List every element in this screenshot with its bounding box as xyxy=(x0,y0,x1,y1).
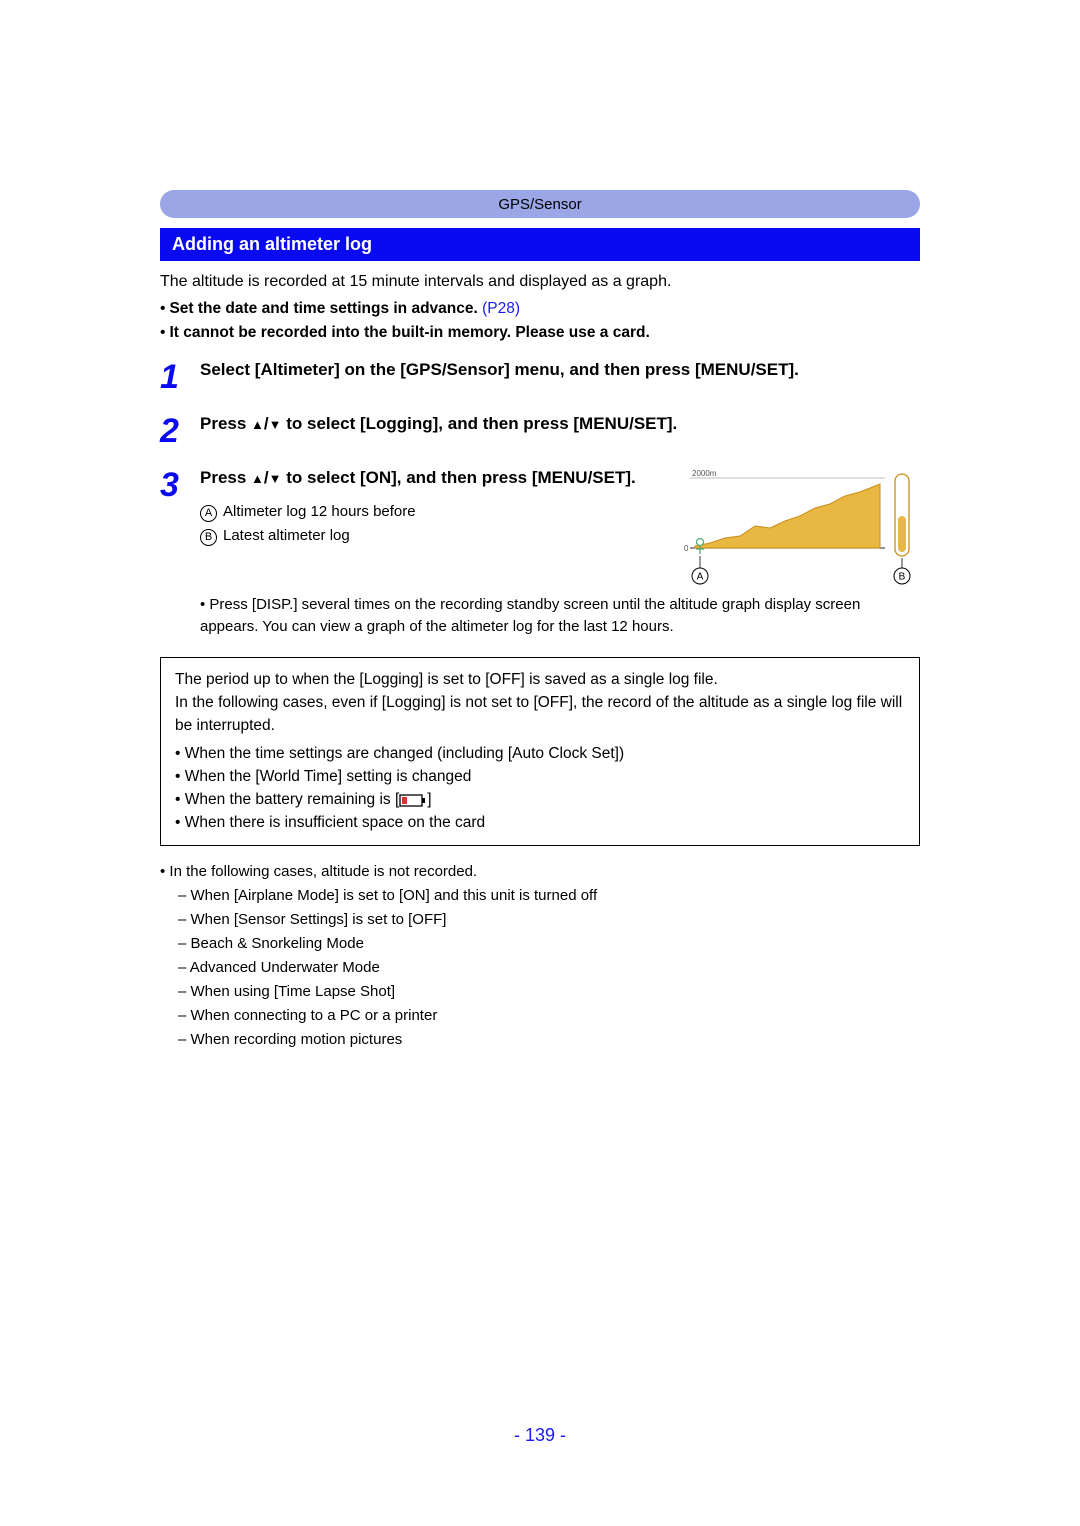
bottom-item: – When recording motion pictures xyxy=(160,1028,920,1052)
step-number: 1 xyxy=(160,360,200,394)
prereq-line-1: Set the date and time settings in advanc… xyxy=(160,297,920,320)
altimeter-graph-svg: 2000m 0 xyxy=(670,466,920,586)
breadcrumb: GPS/Sensor xyxy=(160,190,920,218)
bottom-item: – Beach & Snorkeling Mode xyxy=(160,932,920,956)
down-arrow-icon xyxy=(269,468,282,487)
up-arrow-icon xyxy=(251,414,264,433)
bottom-item: – When [Sensor Settings] is set to [OFF] xyxy=(160,908,920,932)
step-number: 3 xyxy=(160,468,200,502)
legend-a: AAltimeter log 12 hours before xyxy=(200,500,652,524)
battery-icon xyxy=(399,794,427,807)
intro-text: The altitude is recorded at 15 minute in… xyxy=(160,271,920,293)
note-bullet: • When there is insufficient space on th… xyxy=(175,811,905,834)
bottom-item: – Advanced Underwater Mode xyxy=(160,956,920,980)
note-p1: The period up to when the [Logging] is s… xyxy=(175,668,905,691)
note-bullet: • When the time settings are changed (in… xyxy=(175,742,905,765)
step-2-title: Press / to select [Logging], and then pr… xyxy=(200,412,920,436)
page-number: - 139 - xyxy=(0,1425,1080,1446)
steps-list: 1 Select [Altimeter] on the [GPS/Sensor]… xyxy=(160,358,920,639)
legend-list: AAltimeter log 12 hours before BLatest a… xyxy=(200,500,652,548)
bottom-lead: • In the following cases, altitude is no… xyxy=(160,860,920,884)
step-1-title: Select [Altimeter] on the [GPS/Sensor] m… xyxy=(200,358,920,382)
section-title: Adding an altimeter log xyxy=(160,228,920,261)
bottom-item: – When [Airplane Mode] is set to [ON] an… xyxy=(160,884,920,908)
step-1: 1 Select [Altimeter] on the [GPS/Sensor]… xyxy=(160,358,920,394)
graph-marker-b: B xyxy=(899,571,906,582)
page-link[interactable]: (P28) xyxy=(482,300,520,317)
marker-b-icon: B xyxy=(200,529,217,546)
svg-text:0: 0 xyxy=(684,544,689,553)
altimeter-graph: 2000m 0 xyxy=(670,466,920,586)
prereq-line-2: It cannot be recorded into the built-in … xyxy=(160,321,920,344)
note-bullet: • When the [World Time] setting is chang… xyxy=(175,765,905,788)
prereq-text-2: It cannot be recorded into the built-in … xyxy=(169,324,649,341)
note-bullet: • When the battery remaining is [] xyxy=(175,788,905,811)
down-arrow-icon xyxy=(269,414,282,433)
up-arrow-icon xyxy=(251,468,264,487)
graph-ylabel: 2000m xyxy=(692,469,717,478)
legend-b: BLatest altimeter log xyxy=(200,524,652,548)
bottom-notes: • In the following cases, altitude is no… xyxy=(160,860,920,1052)
manual-page: GPS/Sensor Adding an altimeter log The a… xyxy=(0,0,1080,1526)
prereq-text-1: Set the date and time settings in advanc… xyxy=(169,300,482,317)
note-box: The period up to when the [Logging] is s… xyxy=(160,657,920,846)
breadcrumb-label: GPS/Sensor xyxy=(498,196,581,213)
bottom-item: – When connecting to a PC or a printer xyxy=(160,1004,920,1028)
bottom-item: – When using [Time Lapse Shot] xyxy=(160,980,920,1004)
note-p2: In the following cases, even if [Logging… xyxy=(175,691,905,738)
step-number: 2 xyxy=(160,414,200,448)
disp-note: • Press [DISP.] several times on the rec… xyxy=(200,594,920,639)
step-2: 2 Press / to select [Logging], and then … xyxy=(160,412,920,448)
marker-a-icon: A xyxy=(200,505,217,522)
graph-marker-a: A xyxy=(697,571,704,582)
step-3-title: Press / to select [ON], and then press [… xyxy=(200,466,652,490)
step-3: 3 Press / to select [ON], and then press… xyxy=(160,466,920,639)
